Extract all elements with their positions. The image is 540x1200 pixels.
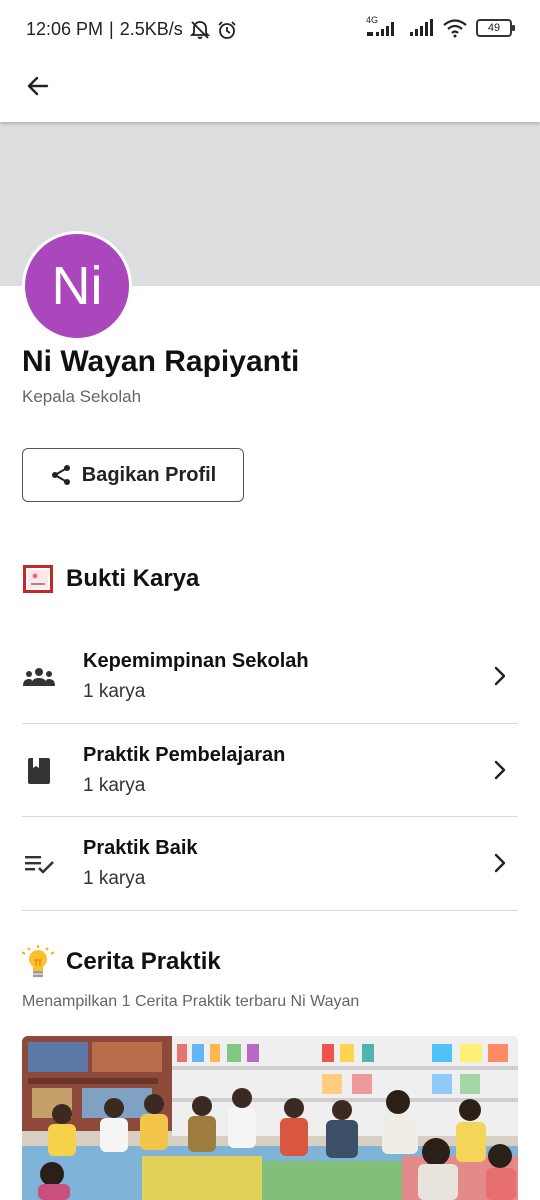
list-item-subtitle: 1 karya	[83, 681, 146, 702]
chevron-right-icon	[494, 853, 506, 873]
status-bar: 12:06 PM | 2.5KB/s 4G 49	[0, 0, 540, 60]
divider	[22, 910, 518, 911]
list-item-title: Praktik Pembelajaran	[83, 744, 286, 766]
cerita-praktik-header: Cerita Praktik	[22, 945, 221, 979]
back-button[interactable]	[20, 68, 56, 104]
share-profile-label: Bagikan Profil	[81, 463, 217, 486]
status-left: 12:06 PM | 2.5KB/s	[26, 19, 237, 40]
bukti-karya-header: Bukti Karya	[22, 563, 199, 595]
battery-level: 49	[487, 22, 501, 34]
book-icon	[22, 756, 56, 786]
status-separator: |	[109, 19, 114, 39]
certificate-frame-icon	[23, 565, 53, 593]
list-item-kepemimpinan-sekolah[interactable]: Kepemimpinan Sekolah 1 karya	[0, 630, 540, 722]
profile-role: Kepala Sekolah	[22, 387, 142, 406]
avatar: Ni	[22, 231, 132, 341]
status-speed: 2.5KB/s	[119, 19, 183, 39]
bukti-karya-title: Bukti Karya	[66, 565, 200, 592]
chevron-right-icon	[494, 666, 506, 686]
wifi-icon	[443, 19, 467, 38]
list-item-praktik-baik[interactable]: Praktik Baik 1 karya	[0, 817, 540, 909]
arrow-left-icon	[27, 76, 49, 96]
signal-icon	[410, 19, 433, 36]
status-right: 4G 49	[366, 15, 515, 38]
checklist-icon	[22, 849, 56, 879]
chevron-right-icon	[494, 760, 506, 780]
avatar-initials: Ni	[51, 256, 103, 316]
profile-name: Ni Wayan Rapiyanti	[22, 345, 300, 378]
status-time: 12:06 PM	[26, 19, 104, 39]
list-item-praktik-pembelajaran[interactable]: Praktik Pembelajaran 1 karya	[0, 724, 540, 816]
share-icon	[51, 465, 70, 485]
classroom-photo[interactable]	[22, 1036, 518, 1200]
cerita-praktik-subtitle: Menampilkan 1 Cerita Praktik terbaru Ni …	[22, 993, 360, 1010]
cerita-praktik-title: Cerita Praktik	[66, 948, 221, 975]
list-item-title: Kepemimpinan Sekolah	[83, 650, 309, 672]
mute-notification-icon	[189, 20, 210, 39]
list-item-subtitle: 1 karya	[83, 868, 146, 889]
group-icon	[22, 662, 56, 692]
share-profile-button[interactable]: Bagikan Profil	[22, 448, 244, 502]
lightbulb-icon	[22, 945, 54, 978]
app-bar	[0, 60, 540, 122]
list-item-subtitle: 1 karya	[83, 775, 146, 796]
signal-icon: 4G	[366, 15, 400, 38]
battery-icon: 49	[476, 19, 515, 37]
list-item-title: Praktik Baik	[83, 837, 198, 859]
alarm-icon	[218, 20, 236, 39]
